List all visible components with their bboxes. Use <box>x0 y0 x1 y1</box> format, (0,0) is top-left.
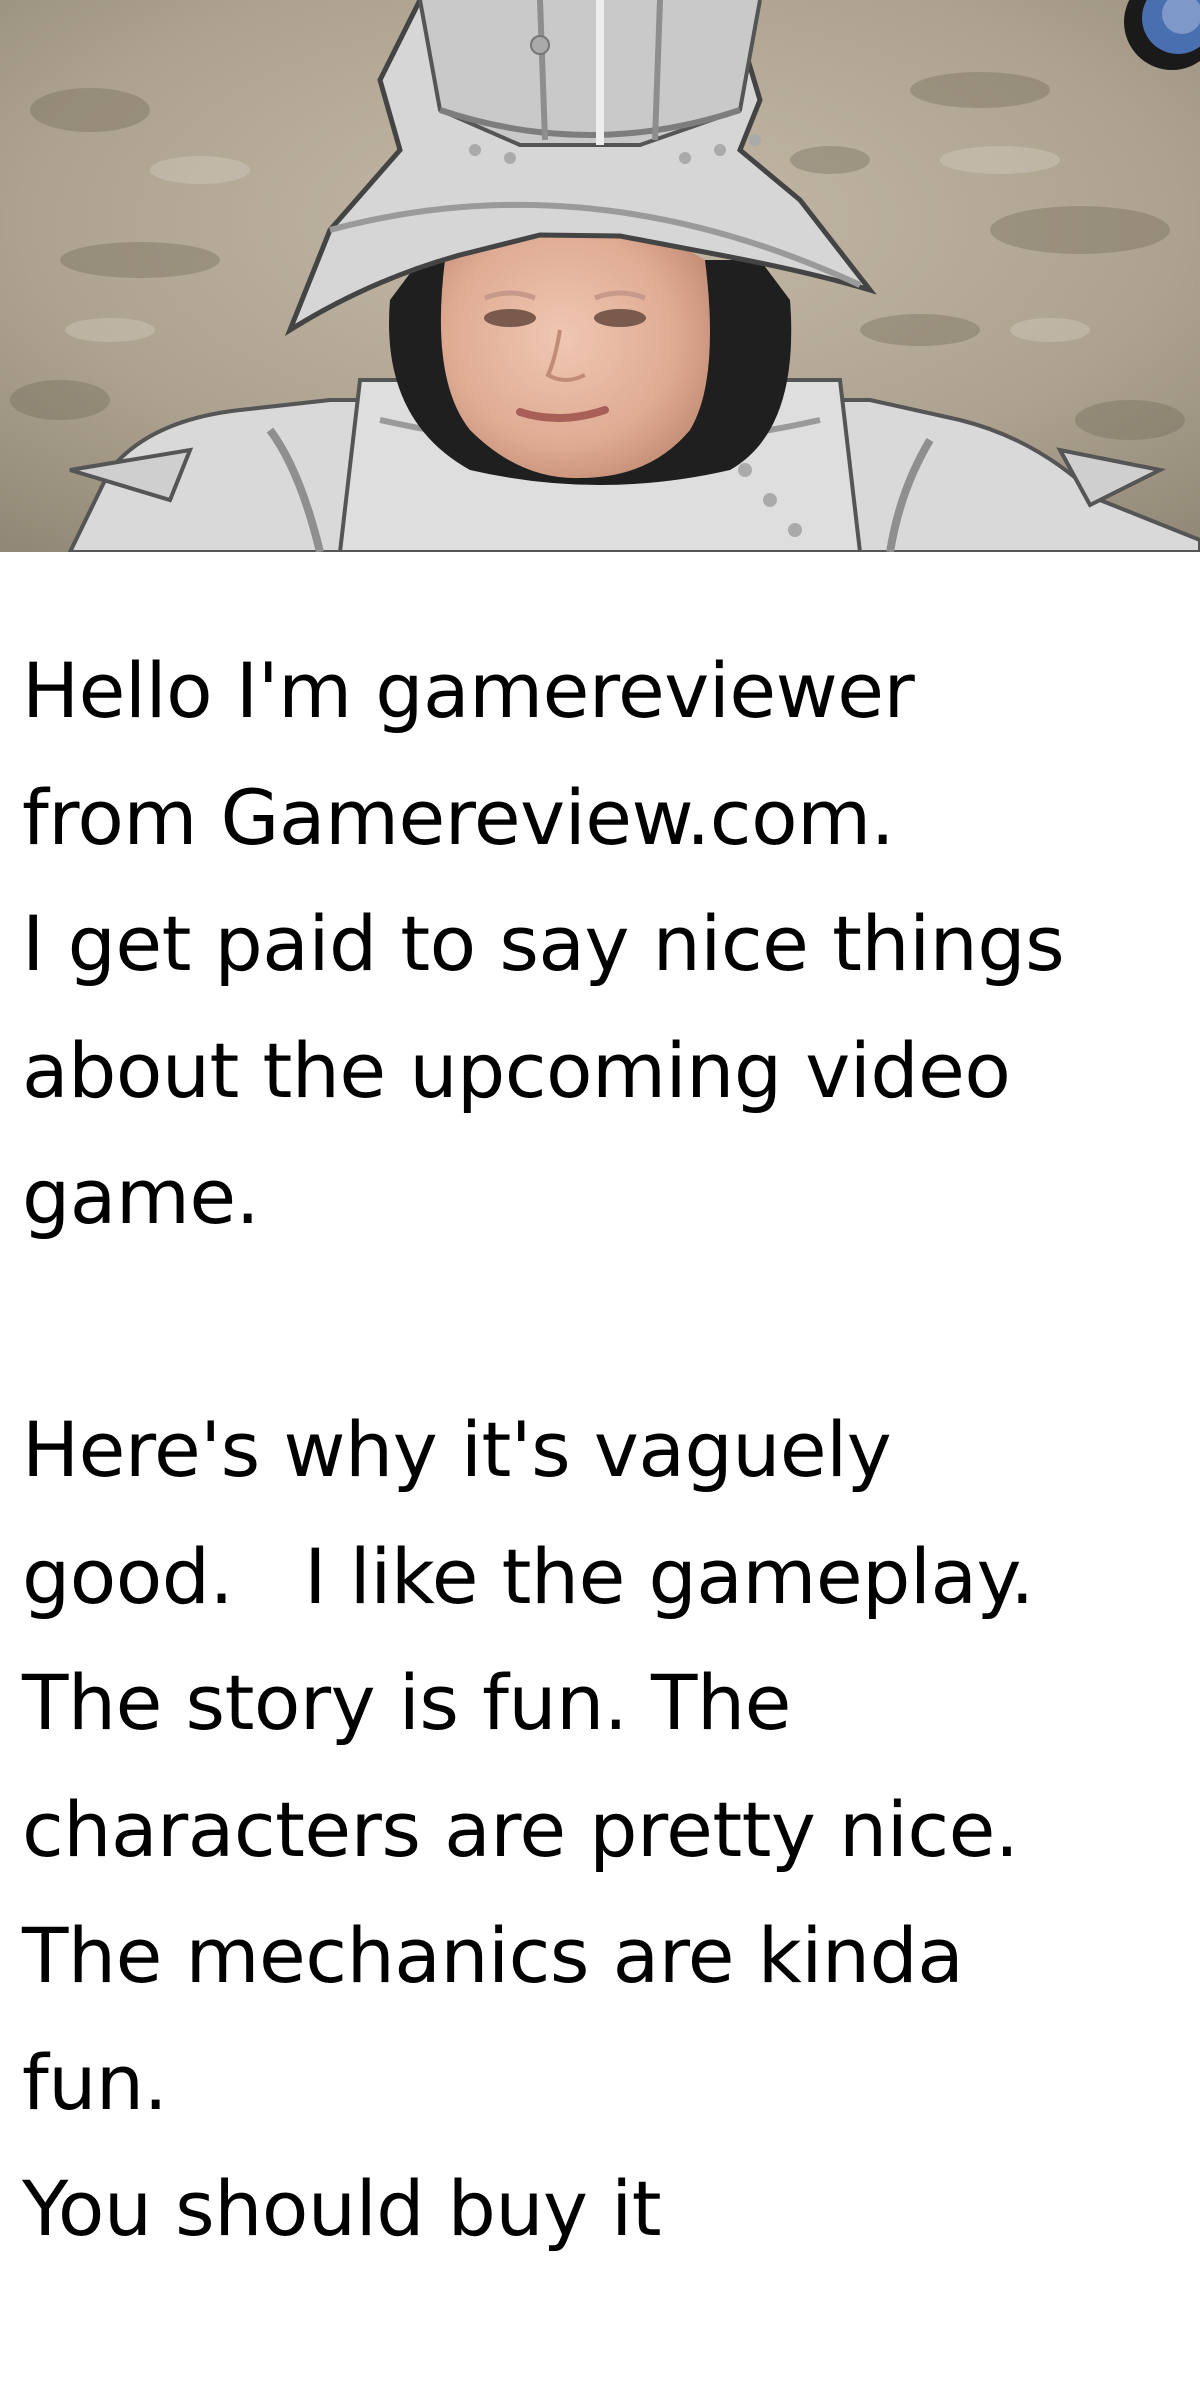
caption-line: The story is fun. The <box>22 1658 791 1747</box>
caption-line: The mechanics are kinda <box>22 1911 964 2000</box>
caption-line: Here's why it's vaguely <box>22 1405 892 1494</box>
caption-line: characters are pretty nice. <box>22 1784 1019 1874</box>
caption-line: game. <box>22 1152 260 1241</box>
caption-line: I get paid to say nice things <box>22 899 1065 988</box>
caption-line: good. I like the gameplay. <box>22 1531 1034 1621</box>
caption-line: about the upcoming video <box>22 1025 1011 1115</box>
caption-line: from Gamereview.com. <box>22 772 895 862</box>
caption-line: fun. <box>22 2037 168 2127</box>
caption-line: You should buy it <box>22 2164 662 2253</box>
caption-line: Hello I'm gamereviewer <box>22 646 915 735</box>
review-caption: Hello I'm gamereviewer from Gamereview.c… <box>22 628 1182 2273</box>
knight-scene-image <box>0 0 1200 552</box>
reviewer-face <box>440 221 710 479</box>
knight-illustration <box>0 0 1200 552</box>
